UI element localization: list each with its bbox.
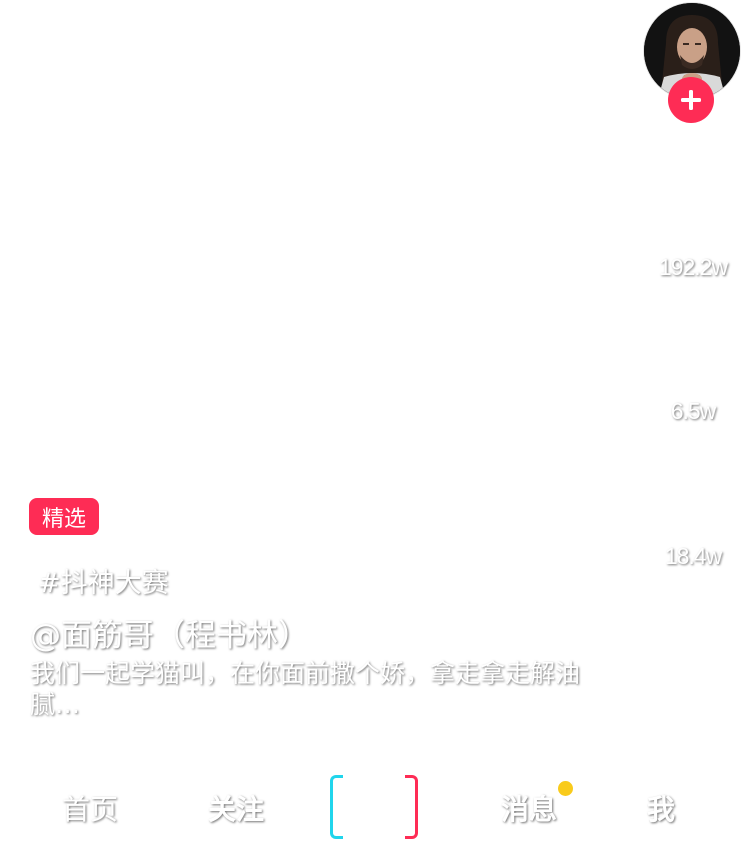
plus-icon xyxy=(681,90,701,110)
notification-dot xyxy=(558,781,573,796)
author-name[interactable]: @面筋哥（程书林） xyxy=(30,610,309,655)
tab-follow[interactable]: 关注 xyxy=(204,788,268,828)
create-button-right-edge xyxy=(405,775,418,839)
comment-count[interactable]: 6.5w xyxy=(638,398,748,425)
tab-messages[interactable]: 消息 xyxy=(497,788,561,828)
share-count[interactable]: 18.4w xyxy=(638,543,748,570)
featured-badge: 精选 xyxy=(29,498,99,535)
create-button-left-edge xyxy=(330,775,343,839)
like-count[interactable]: 192.2w xyxy=(638,254,748,281)
create-video-button[interactable] xyxy=(328,775,420,839)
video-description[interactable]: 我们一起学猫叫，在你面前撒个娇，拿走拿走解油腻… xyxy=(30,658,595,720)
follow-button[interactable] xyxy=(668,77,714,123)
hashtag-link[interactable]: #抖神大赛 xyxy=(38,561,169,600)
tab-home[interactable]: 首页 xyxy=(58,788,122,828)
plus-icon xyxy=(364,794,384,814)
tab-me[interactable]: 我 xyxy=(641,788,681,828)
